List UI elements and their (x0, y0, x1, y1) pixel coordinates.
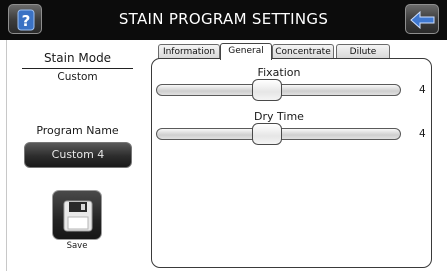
program-name-label: Program Name (36, 124, 119, 137)
stain-mode-value: Custom (57, 71, 98, 83)
tab-information[interactable]: Information (158, 44, 220, 59)
back-arrow-icon (410, 10, 435, 30)
save-button[interactable] (52, 190, 102, 240)
question-mark-icon: ? (17, 9, 35, 31)
dry-time-label: Dry Time (254, 110, 304, 123)
dry-time-slider-thumb[interactable] (252, 123, 282, 145)
program-name-button[interactable]: Custom 4 (24, 142, 132, 168)
fixation-label: Fixation (257, 66, 301, 79)
header-bar: ? STAIN PROGRAM SETTINGS (0, 0, 447, 40)
stain-mode-label: Stain Mode (43, 51, 112, 65)
dry-time-value: 4 (419, 128, 426, 140)
floppy-disk-icon (63, 200, 93, 232)
fixation-value: 4 (419, 84, 426, 96)
fixation-slider-thumb[interactable] (252, 79, 282, 101)
save-label: Save (66, 241, 88, 251)
back-button[interactable] (405, 4, 439, 34)
svg-text:?: ? (22, 12, 31, 30)
page-title: STAIN PROGRAM SETTINGS (118, 10, 329, 28)
stain-mode-divider (22, 68, 133, 69)
tab-concentrate[interactable]: Concentrate (272, 44, 334, 59)
left-edge-line (6, 40, 7, 271)
tab-dilute[interactable]: Dilute (336, 44, 390, 59)
help-button[interactable]: ? (8, 4, 42, 34)
tab-general[interactable]: General (220, 43, 272, 60)
